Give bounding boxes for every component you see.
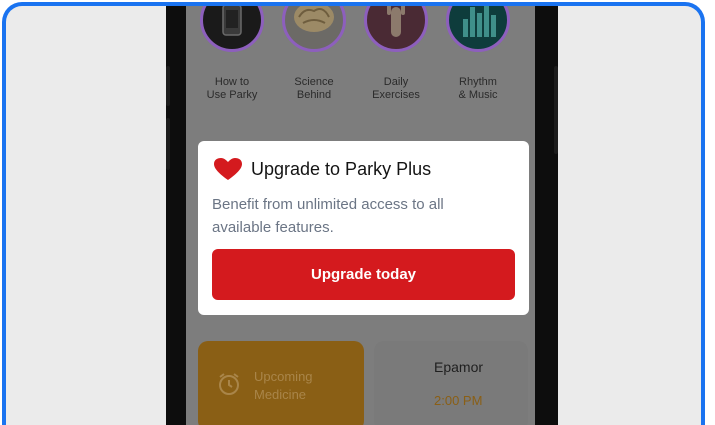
story-label-line1: Rhythm: [459, 76, 497, 88]
medicine-section: Upcoming Medicine Epamor 2:00 PM: [198, 341, 528, 425]
story-label-line2: Use Parky: [206, 89, 258, 101]
upgrade-modal: Upgrade to Parky Plus Benefit from unlim…: [198, 141, 529, 315]
story-label-line2: Exercises: [372, 89, 420, 101]
story-label-line2: & Music: [458, 89, 498, 101]
story-label-line1: Science: [294, 76, 334, 88]
heart-icon: [214, 158, 242, 180]
modal-header: Upgrade to Parky Plus: [213, 157, 431, 181]
modal-description-line1: Benefit from unlimited access to all: [212, 196, 444, 213]
modal-description: Benefit from unlimited access to all ava…: [212, 193, 512, 239]
phone-side-button: [166, 66, 170, 106]
equalizer-icon: [446, 6, 510, 52]
raised-hand-icon: [364, 6, 428, 52]
story-label-line1: How to: [214, 76, 250, 88]
story-label-line1: Daily: [383, 76, 409, 88]
phone-app-icon: [200, 6, 264, 52]
medicine-card-line2: Medicine: [254, 387, 307, 402]
modal-description-line2: available features.: [212, 219, 334, 236]
story-carousel: How to Use Parky Science Behind Daily Ex…: [194, 6, 534, 116]
alarm-clock-icon: [219, 373, 239, 395]
medicine-name: Epamor: [434, 359, 484, 375]
brain-icon: [282, 6, 346, 52]
medicine-time: 2:00 PM: [434, 393, 483, 408]
medicine-card-line1: Upcoming: [254, 369, 313, 384]
upgrade-today-button[interactable]: Upgrade today: [212, 249, 515, 300]
modal-title: Upgrade to Parky Plus: [251, 158, 432, 179]
medicine-info-card[interactable]: Epamor 2:00 PM: [374, 341, 528, 425]
upcoming-medicine-card[interactable]: Upcoming Medicine: [198, 341, 364, 425]
screenshot-frame: How to Use Parky Science Behind Daily Ex…: [2, 2, 705, 425]
phone-side-button: [554, 66, 558, 154]
story-label-line2: Behind: [296, 89, 332, 101]
phone-side-button: [166, 118, 170, 170]
